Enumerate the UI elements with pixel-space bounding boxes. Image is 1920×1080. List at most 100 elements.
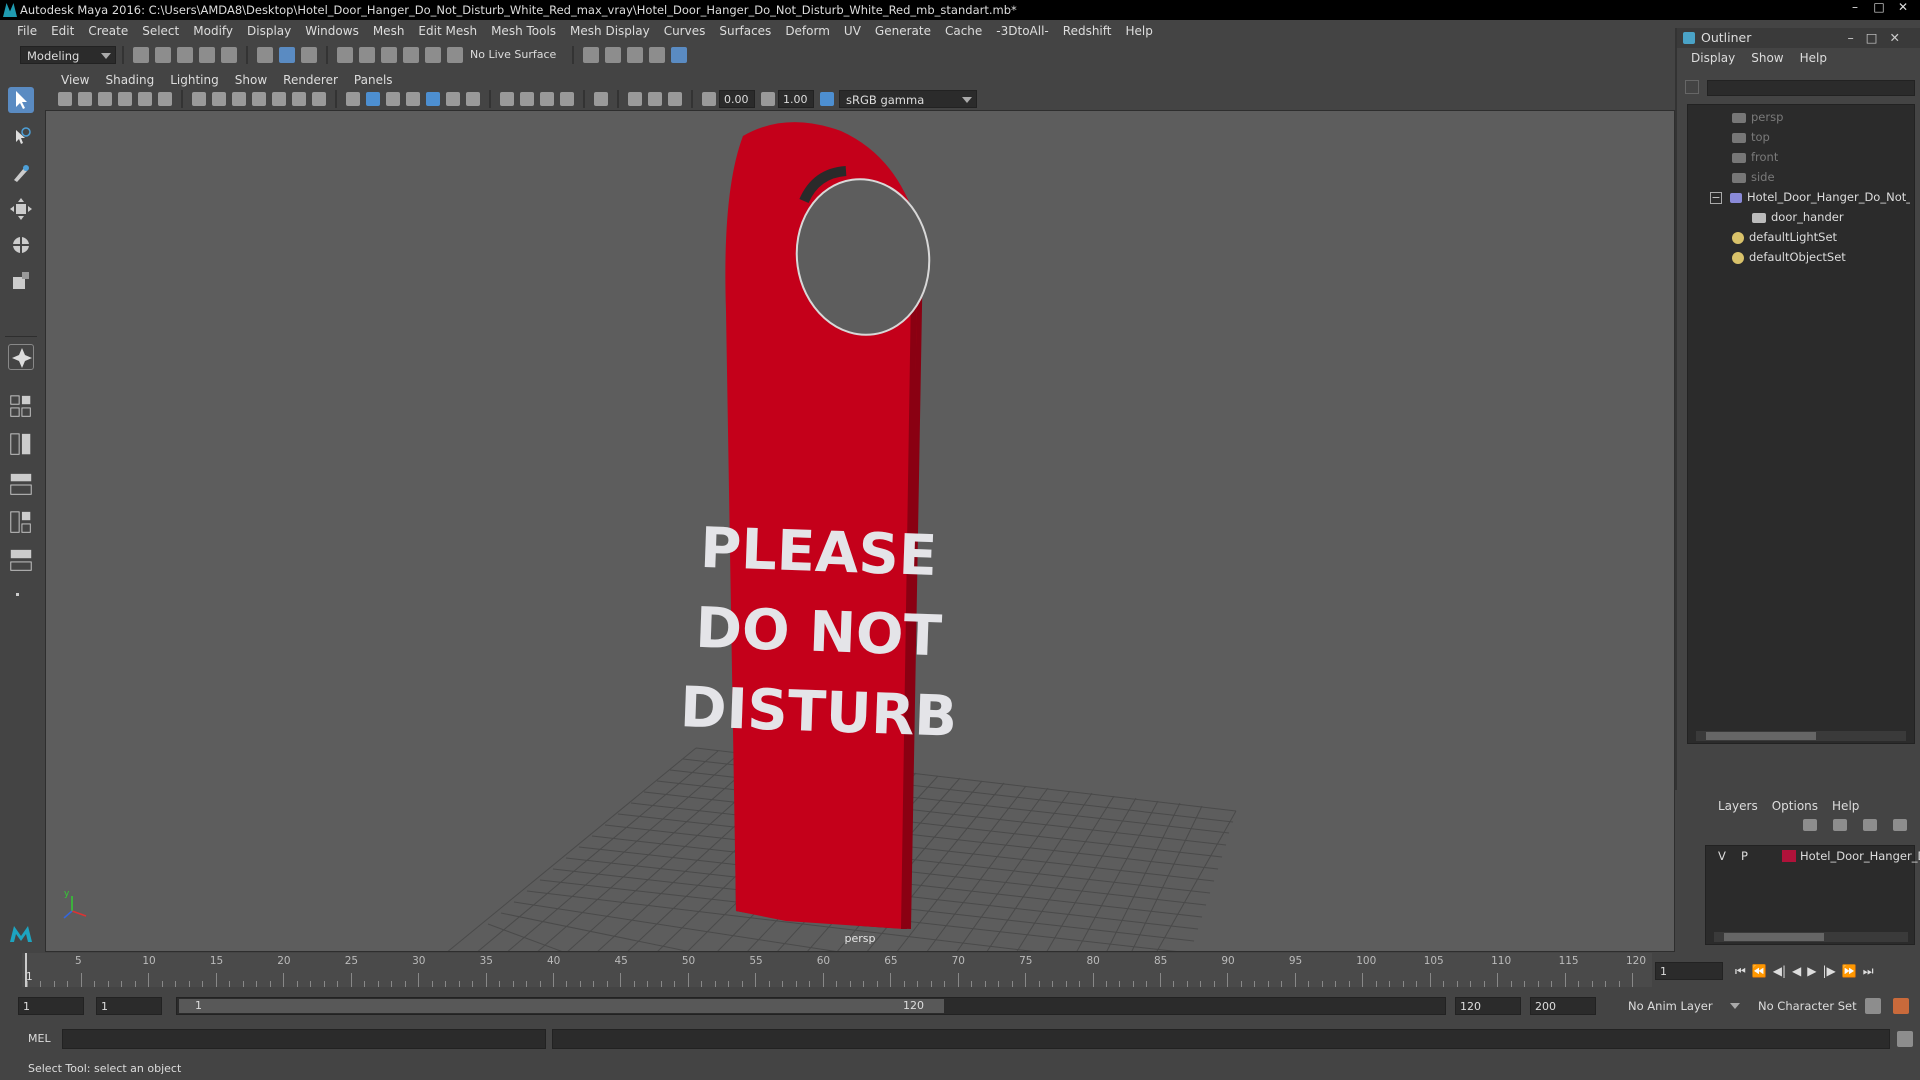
open-scene-icon[interactable] (155, 47, 171, 63)
snap-curve-icon[interactable] (359, 47, 375, 63)
outliner-horizontal-scrollbar[interactable] (1696, 731, 1906, 741)
minimize-icon[interactable]: – (1844, 0, 1866, 16)
lasso-tool-icon[interactable] (8, 124, 34, 150)
outliner-item-door-hander[interactable]: door_hander (1752, 207, 1844, 227)
menu-3dtoall[interactable]: -3DtoAll- (989, 20, 1055, 42)
ipr-render-icon[interactable] (627, 47, 643, 63)
layers-menu-help[interactable]: Help (1825, 799, 1866, 813)
layers-menu-layers[interactable]: Layers (1711, 799, 1765, 813)
scene-start-field[interactable]: 1 (18, 997, 84, 1015)
perspective-viewport[interactable]: PLEASE DO NOT DISTURB y persp (45, 110, 1675, 952)
shadows-icon[interactable] (466, 92, 480, 106)
menu-curves[interactable]: Curves (657, 20, 713, 42)
exposure-field[interactable]: 0.00 (719, 90, 755, 108)
character-set-dropdown[interactable]: No Character Set (1752, 997, 1862, 1015)
gamma-icon[interactable] (761, 92, 775, 106)
menu-mesh-tools[interactable]: Mesh Tools (484, 20, 563, 42)
grid-icon[interactable] (192, 92, 206, 106)
menu-windows[interactable]: Windows (298, 20, 366, 42)
layer-color-swatch[interactable] (1782, 850, 1796, 862)
play-backward-icon[interactable]: ◀ (1792, 964, 1801, 979)
rotate-tool-icon[interactable] (8, 232, 34, 258)
outliner-window-controls[interactable]: –□✕ (1847, 28, 1912, 48)
layers-scrollbar[interactable] (1714, 932, 1908, 942)
redo-icon[interactable] (221, 47, 237, 63)
outliner-item-group[interactable]: − Hotel_Door_Hanger_Do_Not_D (1710, 187, 1910, 207)
maya-home-icon[interactable] (8, 920, 34, 946)
close-icon[interactable]: ✕ (1892, 0, 1914, 16)
hypershade-layout-icon[interactable] (8, 548, 34, 576)
outliner-item-side[interactable]: side (1732, 167, 1775, 187)
textured-icon[interactable] (426, 92, 440, 106)
smooth-shade-icon[interactable] (366, 92, 380, 106)
custom-layout-icon[interactable] (8, 582, 34, 602)
gamma-field[interactable]: 1.00 (778, 90, 814, 108)
use-all-lights-icon[interactable] (446, 92, 460, 106)
save-scene-icon[interactable] (177, 47, 193, 63)
current-frame-field[interactable]: 1 (1655, 962, 1723, 980)
grease-pencil-icon[interactable] (158, 92, 172, 106)
outliner-item-default-light-set[interactable]: defaultLightSet (1732, 227, 1837, 247)
select-tool-icon[interactable] (8, 87, 34, 113)
two-pane-layout-icon[interactable] (8, 432, 34, 460)
range-slider-thumb[interactable]: 1 120 (179, 999, 944, 1013)
snap-grid-icon[interactable] (337, 47, 353, 63)
multisample-aa-icon[interactable] (540, 92, 554, 106)
hypershade-icon[interactable] (671, 47, 687, 63)
playback-start-field[interactable]: 1 (96, 997, 162, 1015)
layer-visibility-toggle[interactable]: V (1718, 846, 1726, 866)
time-slider[interactable]: 1 5 10 15 20 25 30 35 40 45 50 55 60 65 70 75 80 85 90 95 1… (22, 953, 1652, 987)
panel-menu-panels[interactable]: Panels (346, 73, 401, 87)
render-frame-icon[interactable] (605, 47, 621, 63)
move-layer-up-icon[interactable] (1803, 819, 1817, 831)
color-management-icon[interactable] (820, 92, 834, 106)
last-tool-icon[interactable] (8, 344, 34, 370)
panel-menu-lighting[interactable]: Lighting (162, 73, 227, 87)
menu-surfaces[interactable]: Surfaces (712, 20, 778, 42)
live-surface-field[interactable]: No Live Surface (466, 46, 566, 64)
render-settings-icon[interactable] (583, 47, 599, 63)
mode-selector[interactable]: Modeling (20, 46, 116, 64)
panel-menu-shading[interactable]: Shading (97, 73, 162, 87)
panel-menu-renderer[interactable]: Renderer (275, 73, 346, 87)
image-plane-icon[interactable] (118, 92, 132, 106)
restore-icon[interactable]: □ (1868, 0, 1890, 16)
range-slider[interactable]: 1 120 (176, 997, 1446, 1015)
scene-end-field[interactable]: 200 (1530, 997, 1596, 1015)
outliner-menu-display[interactable]: Display (1683, 51, 1743, 65)
select-hierarchy-icon[interactable] (257, 47, 273, 63)
snap-surface-icon[interactable] (425, 47, 441, 63)
field-chart-icon[interactable] (272, 92, 286, 106)
panel-menu-view[interactable]: View (53, 73, 97, 87)
panel-menu-show[interactable]: Show (227, 73, 275, 87)
move-tool-icon[interactable] (8, 196, 34, 222)
outliner-item-top[interactable]: top (1732, 127, 1770, 147)
menu-generate[interactable]: Generate (868, 20, 938, 42)
script-language-label[interactable]: MEL (28, 1032, 51, 1045)
layer-row[interactable]: V P Hotel_Door_Hanger_D (1706, 846, 1920, 866)
colorspace-dropdown[interactable]: sRGB gamma (839, 90, 977, 108)
select-object-icon[interactable] (279, 47, 295, 63)
snap-point-icon[interactable] (381, 47, 397, 63)
step-back-frame-icon[interactable]: ◀| (1773, 964, 1786, 979)
menu-edit-mesh[interactable]: Edit Mesh (411, 20, 484, 42)
select-camera-icon[interactable] (58, 92, 72, 106)
two-d-pan-zoom-icon[interactable] (138, 92, 152, 106)
playback-end-field[interactable]: 120 (1455, 997, 1521, 1015)
step-forward-frame-icon[interactable]: |▶ (1823, 964, 1836, 979)
use-default-material-icon[interactable] (386, 92, 400, 106)
animation-preferences-icon[interactable] (1893, 998, 1909, 1014)
menu-create[interactable]: Create (81, 20, 135, 42)
layer-playback-toggle[interactable]: P (1741, 846, 1748, 866)
screen-space-ao-icon[interactable] (500, 92, 514, 106)
select-component-icon[interactable] (301, 47, 317, 63)
outliner-item-front[interactable]: front (1732, 147, 1778, 167)
single-perspective-layout-icon[interactable] (8, 394, 34, 422)
outliner-search-input[interactable] (1707, 80, 1915, 96)
move-layer-down-icon[interactable] (1833, 819, 1847, 831)
menu-mesh[interactable]: Mesh (366, 20, 412, 42)
menu-file[interactable]: File (10, 20, 44, 42)
new-layer-icon[interactable] (1863, 819, 1877, 831)
isolate-select-icon[interactable] (594, 92, 608, 106)
menu-mesh-display[interactable]: Mesh Display (563, 20, 657, 42)
